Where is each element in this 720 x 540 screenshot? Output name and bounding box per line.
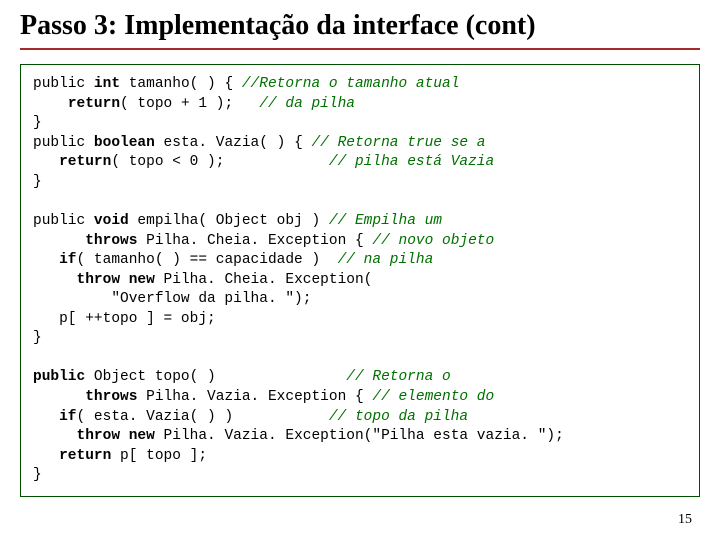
code-line: public void empilha( Object obj ) // Emp… — [33, 213, 442, 229]
code-line: throws Pilha. Cheia. Exception { // novo… — [33, 233, 494, 249]
code-line: "Overflow da pilha. "); — [33, 291, 311, 307]
slide: Passo 3: Implementação da interface (con… — [0, 0, 720, 540]
code-line: public Object topo( ) // Retorna o — [33, 369, 451, 385]
code-line: p[ ++topo ] = obj; — [33, 311, 216, 327]
code-line: throw new Pilha. Cheia. Exception( — [33, 272, 372, 288]
code-line: } — [33, 330, 42, 346]
code-line: } — [33, 467, 42, 483]
code-line: } — [33, 174, 42, 190]
code-line: return( topo + 1 ); // da pilha — [33, 96, 355, 112]
code-line: return p[ topo ]; — [33, 448, 207, 464]
code-line: throws Pilha. Vazia. Exception { // elem… — [33, 389, 494, 405]
code-line: if( esta. Vazia( ) ) // topo da pilha — [33, 409, 468, 425]
code-block: public int tamanho( ) { //Retorna o tama… — [20, 64, 700, 497]
slide-title: Passo 3: Implementação da interface (con… — [20, 10, 700, 50]
code-line: public boolean esta. Vazia( ) { // Retor… — [33, 135, 486, 151]
code-line: public int tamanho( ) { //Retorna o tama… — [33, 76, 459, 92]
code-line: } — [33, 115, 42, 131]
code-line: throw new Pilha. Vazia. Exception("Pilha… — [33, 428, 564, 444]
page-number: 15 — [678, 512, 692, 528]
code-line: return( topo < 0 ); // pilha está Vazia — [33, 154, 494, 170]
code-line: if( tamanho( ) == capacidade ) // na pil… — [33, 252, 433, 268]
